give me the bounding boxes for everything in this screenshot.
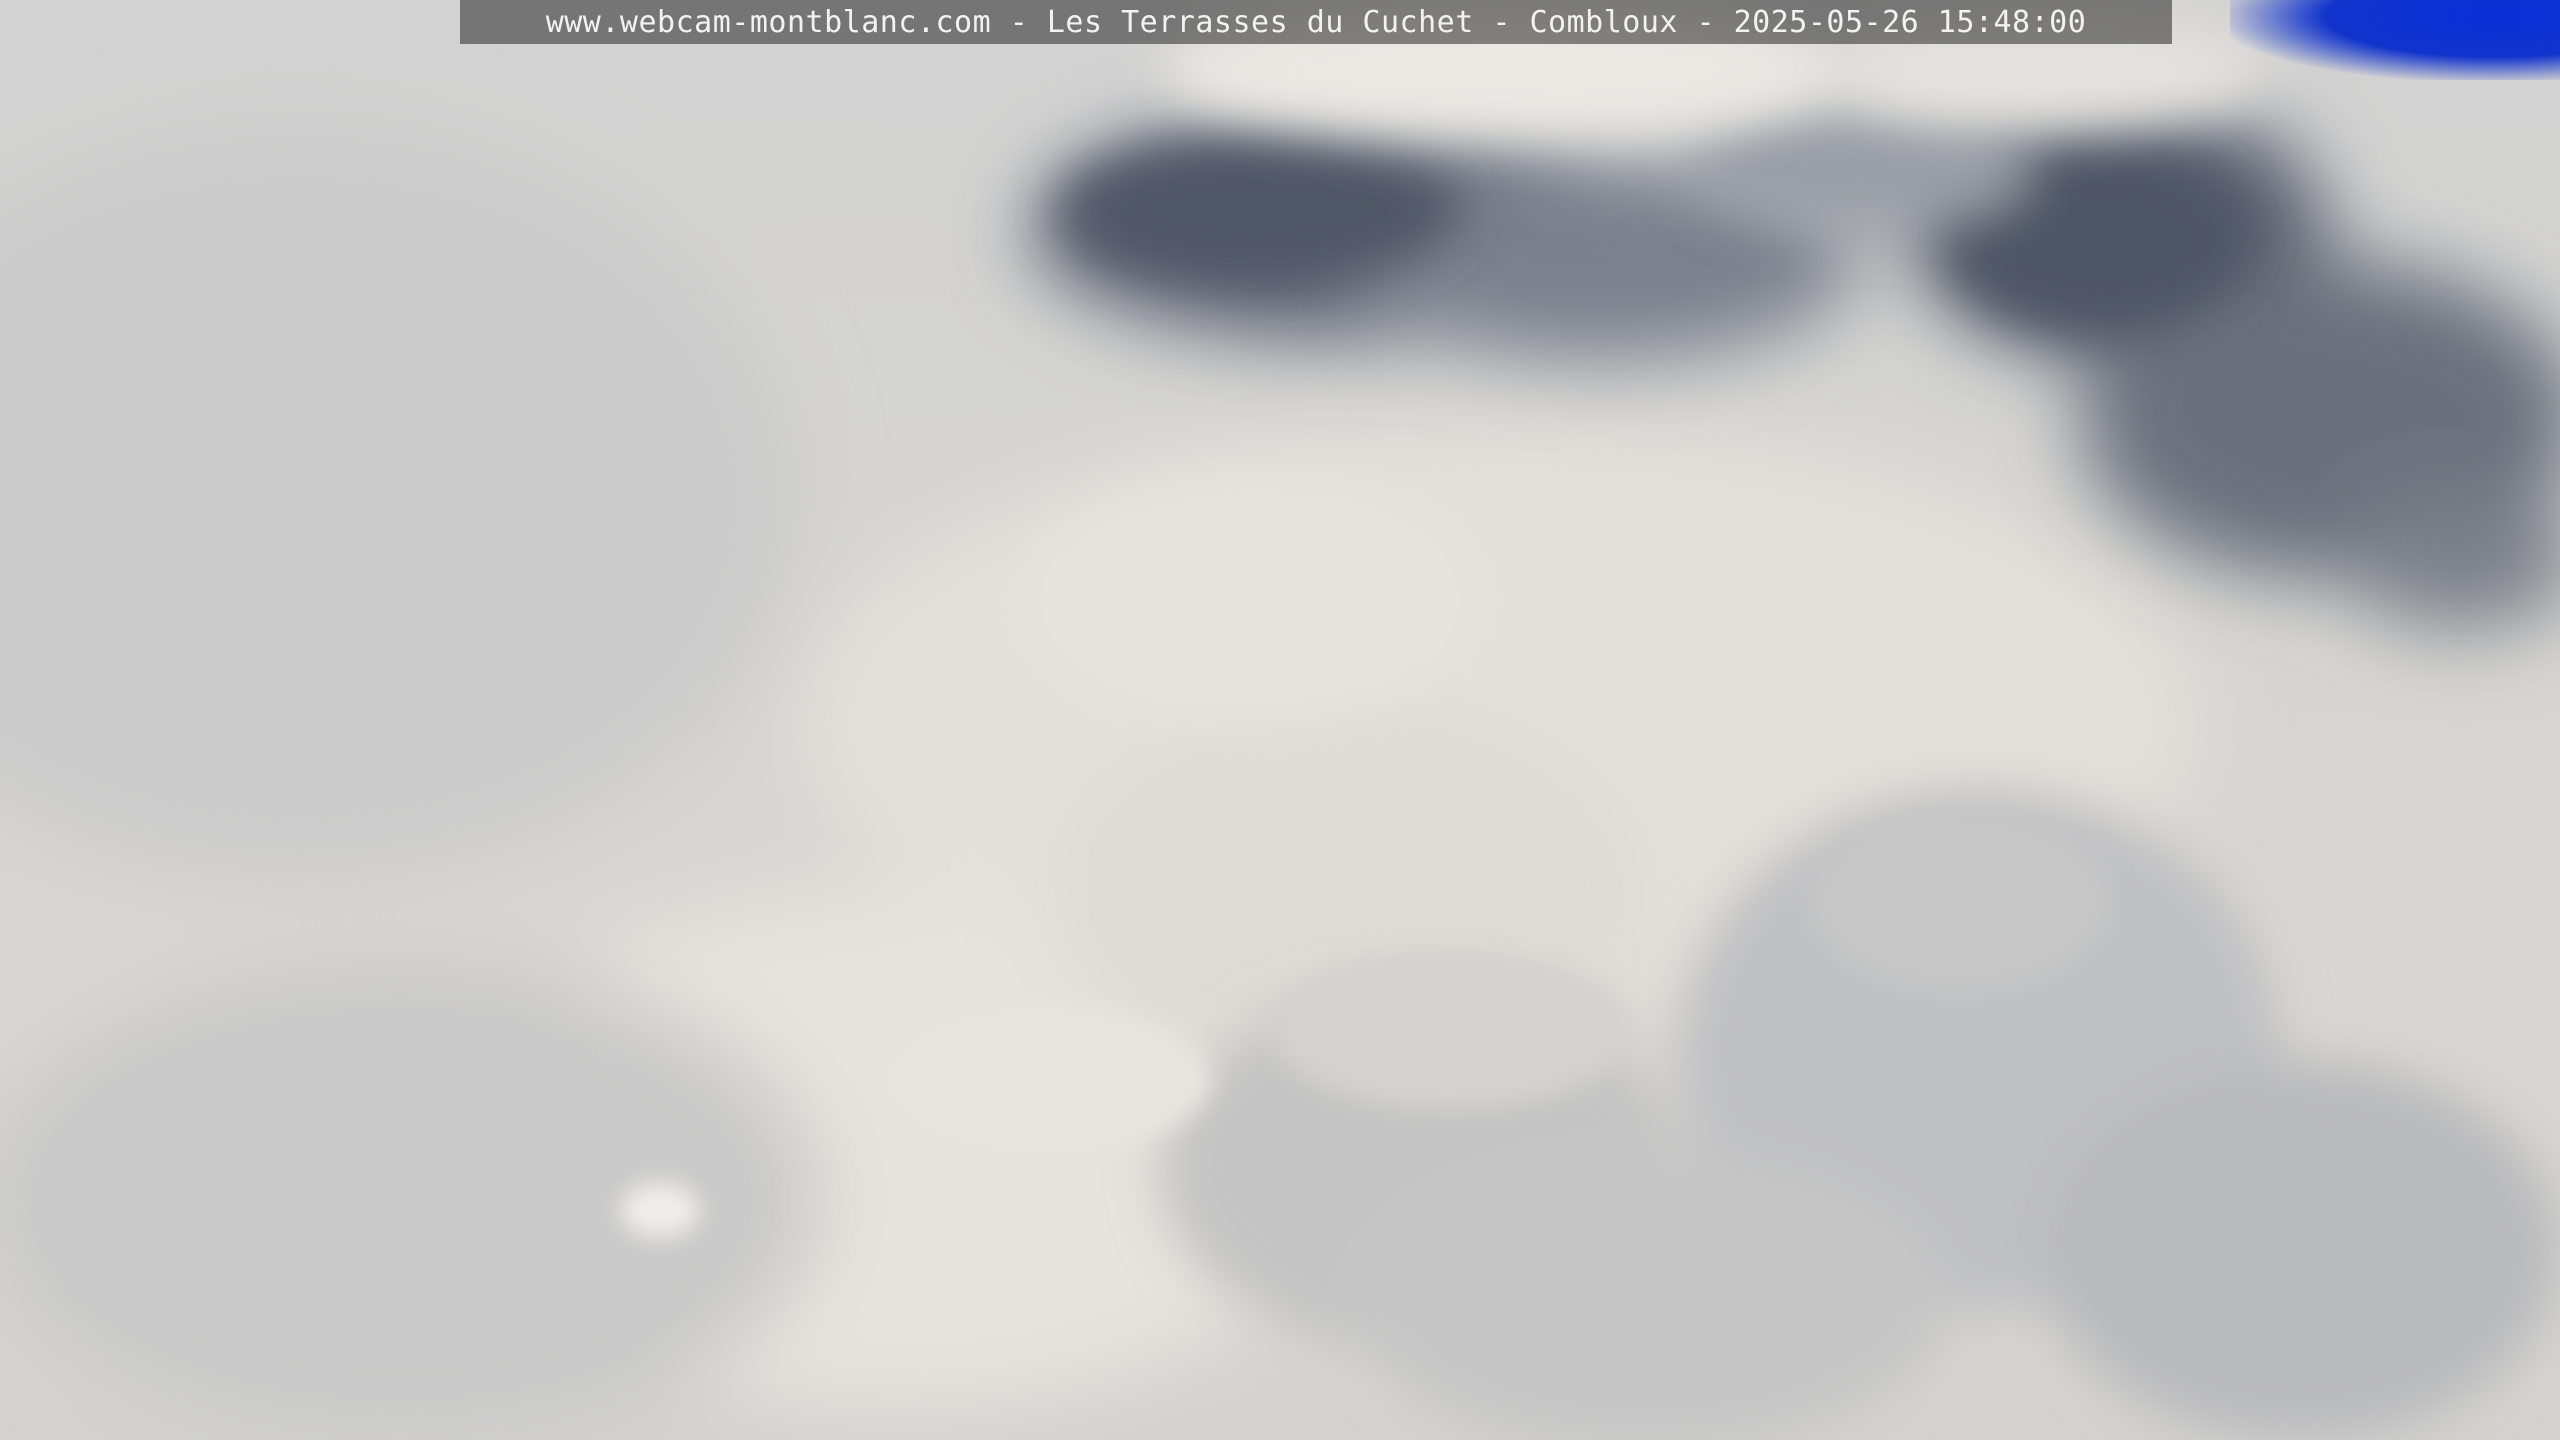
blue-sky-patch	[2230, 0, 2560, 80]
webcam-image: www.webcam-montblanc.com - Les Terrasses…	[0, 0, 2560, 1440]
timestamp-overlay: www.webcam-montblanc.com - Les Terrasses…	[460, 0, 2172, 44]
cloud-layer	[0, 0, 2560, 1440]
caption-text: www.webcam-montblanc.com - Les Terrasses…	[545, 4, 2087, 40]
